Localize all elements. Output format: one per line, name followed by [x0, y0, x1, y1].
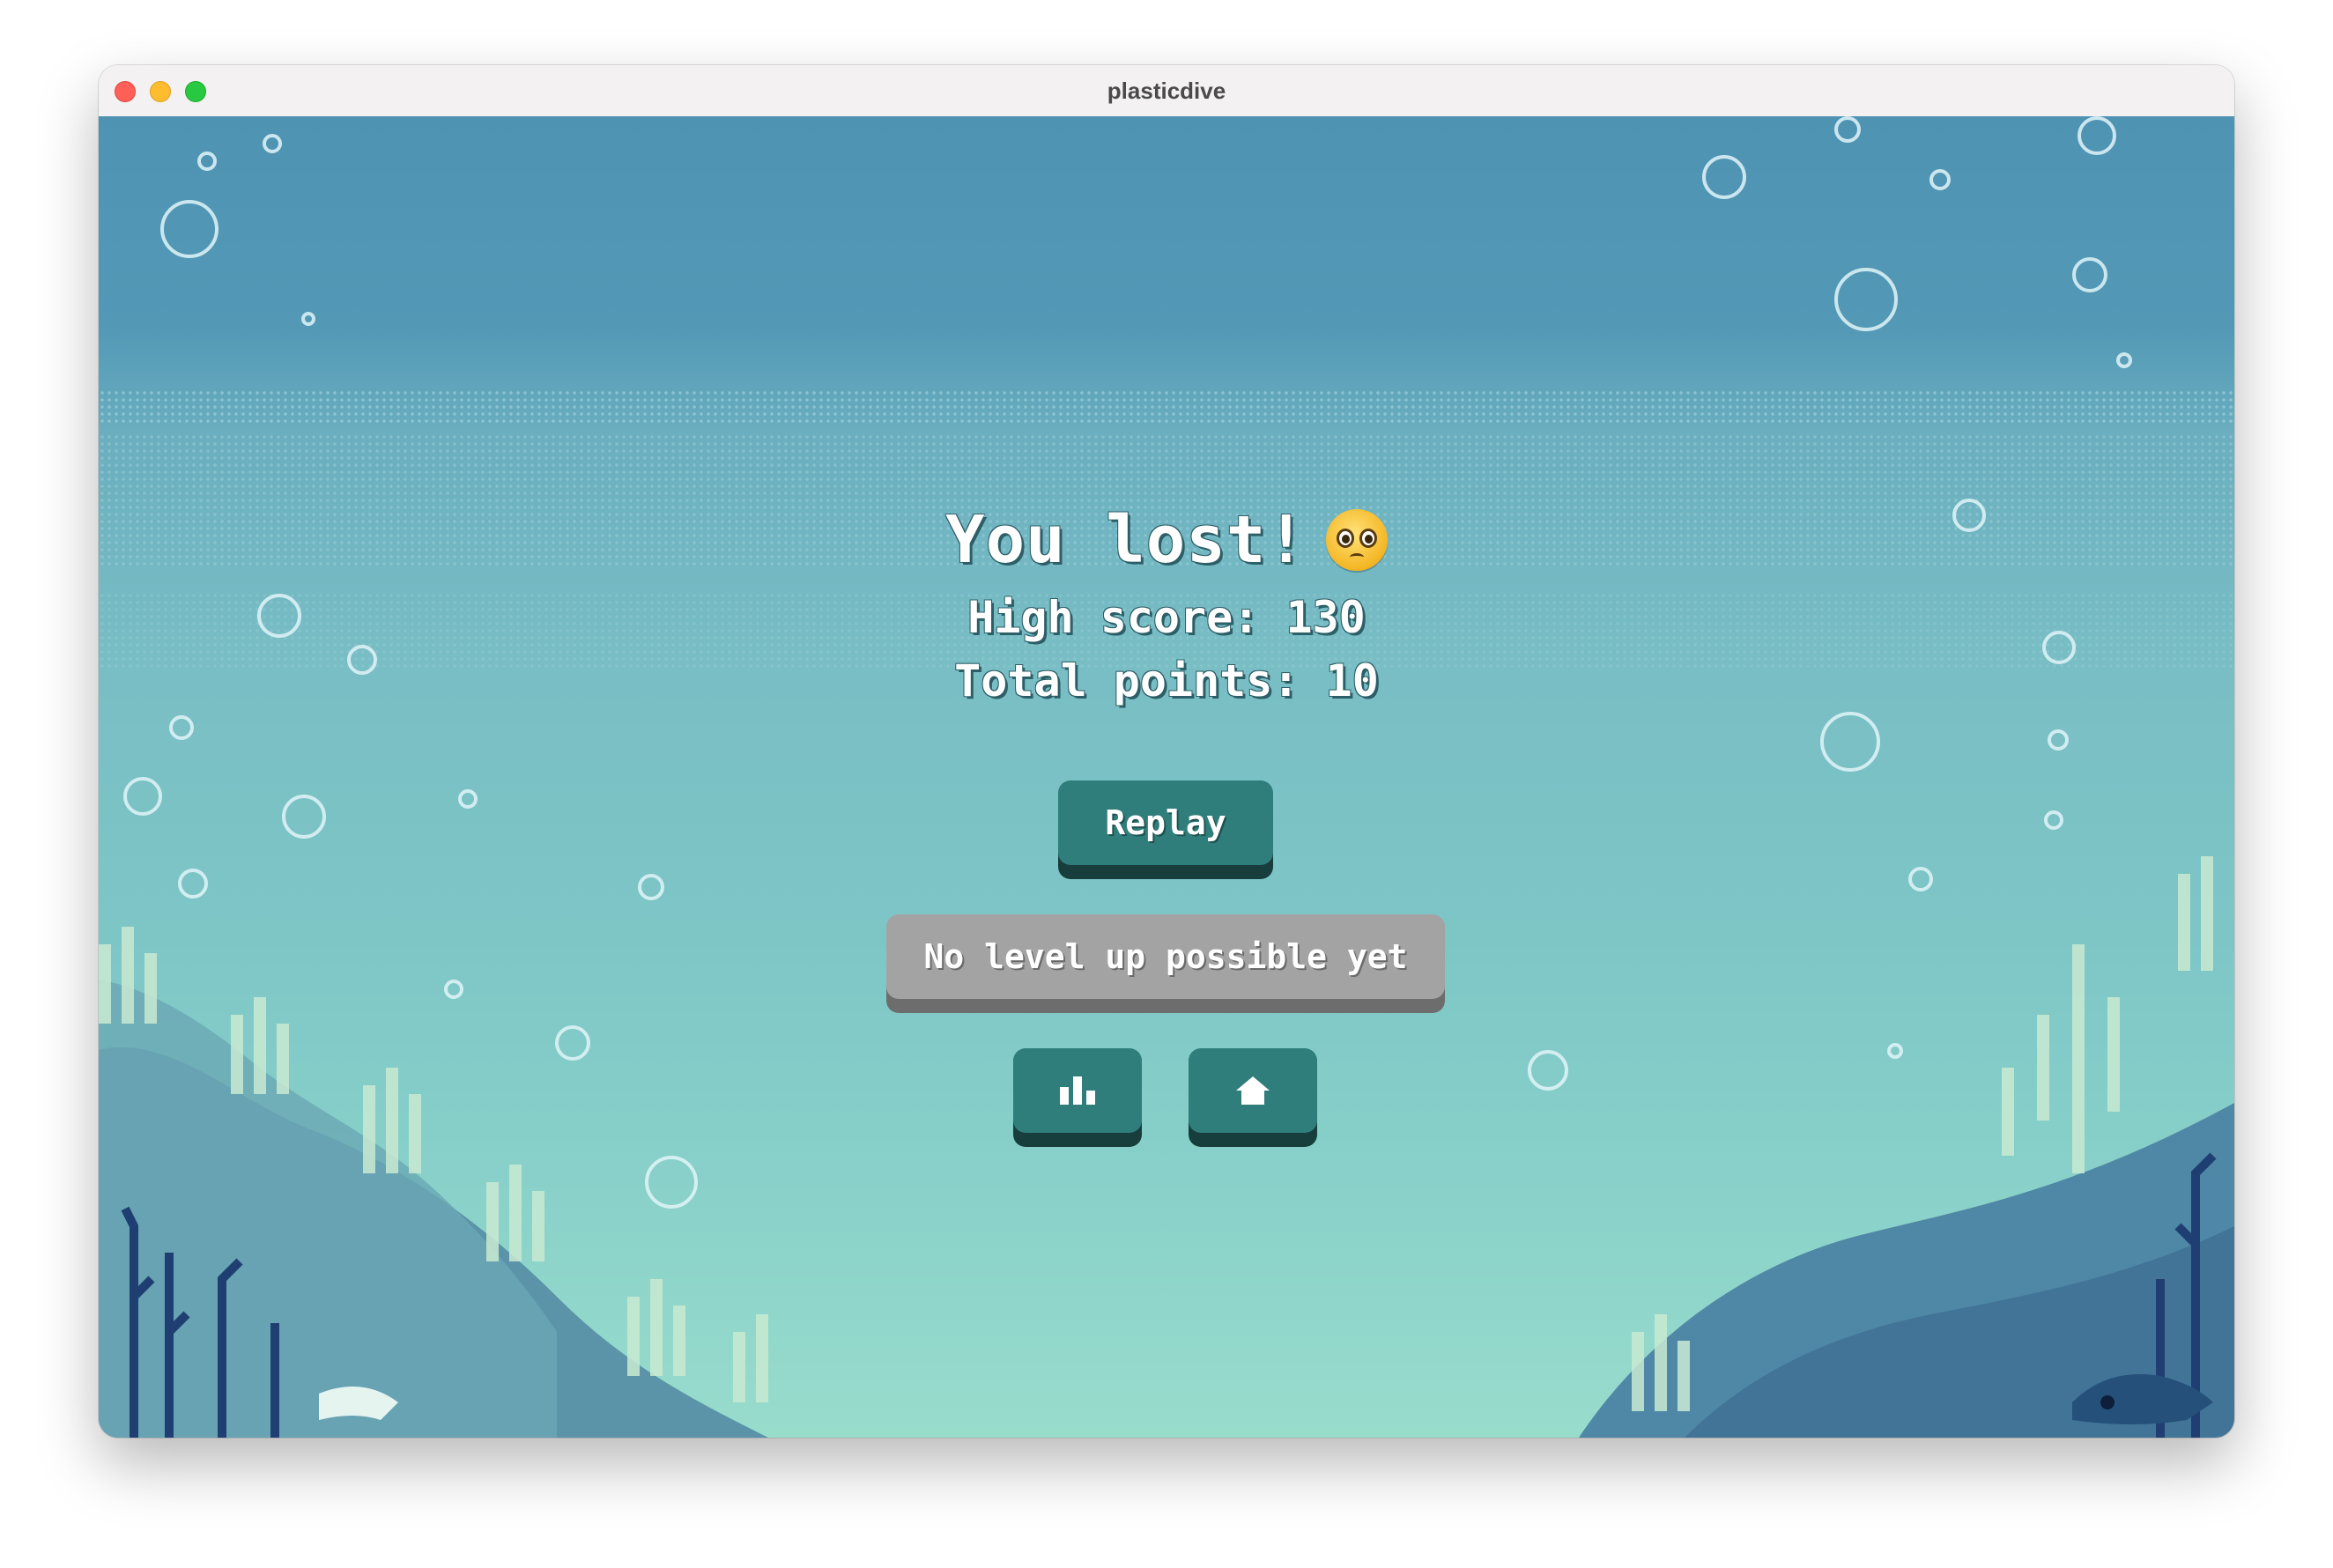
- level-up-button[interactable]: No level up possible yet: [886, 914, 1445, 999]
- bubble: [1929, 169, 1951, 190]
- bubble: [2077, 116, 2116, 155]
- bubble: [1702, 155, 1746, 199]
- bubble: [282, 795, 326, 839]
- bubble: [1834, 268, 1898, 331]
- window-title: plasticdive: [1107, 78, 1226, 104]
- game-scene: You lost! High score: 130 Total points: …: [99, 116, 2234, 1438]
- bubble: [160, 200, 218, 258]
- bubble: [169, 715, 194, 740]
- bubble: [458, 789, 478, 809]
- high-score-text: High score: 130: [967, 592, 1366, 643]
- coral-left: [99, 927, 768, 1438]
- home-button[interactable]: [1189, 1048, 1317, 1133]
- water-texture-band: [99, 389, 2234, 425]
- bar-chart-icon: [1060, 1076, 1095, 1105]
- bubble: [2072, 257, 2107, 292]
- home-icon: [1236, 1076, 1270, 1105]
- bubble: [1528, 1050, 1568, 1091]
- bubble: [123, 777, 162, 816]
- bubble: [2048, 729, 2069, 751]
- headline-text: You lost!: [945, 502, 1307, 578]
- bubble: [1834, 116, 1861, 143]
- coral-right: [1579, 856, 2234, 1438]
- leaderboard-button[interactable]: [1013, 1048, 1142, 1133]
- total-points-text: Total points: 10: [954, 655, 1379, 706]
- app-window: plasticdive You lost! High score: 130 To…: [99, 65, 2234, 1438]
- bubble: [2044, 810, 2063, 830]
- game-over-headline: You lost!: [99, 502, 2234, 578]
- replay-button[interactable]: Replay: [1058, 780, 1273, 865]
- title-bar: plasticdive: [99, 65, 2234, 117]
- bubble: [2116, 352, 2132, 368]
- bubble: [301, 312, 315, 326]
- bubble: [263, 134, 282, 153]
- bubble: [197, 152, 217, 171]
- pleading-face-icon: [1325, 509, 1388, 571]
- bubble: [1820, 712, 1880, 772]
